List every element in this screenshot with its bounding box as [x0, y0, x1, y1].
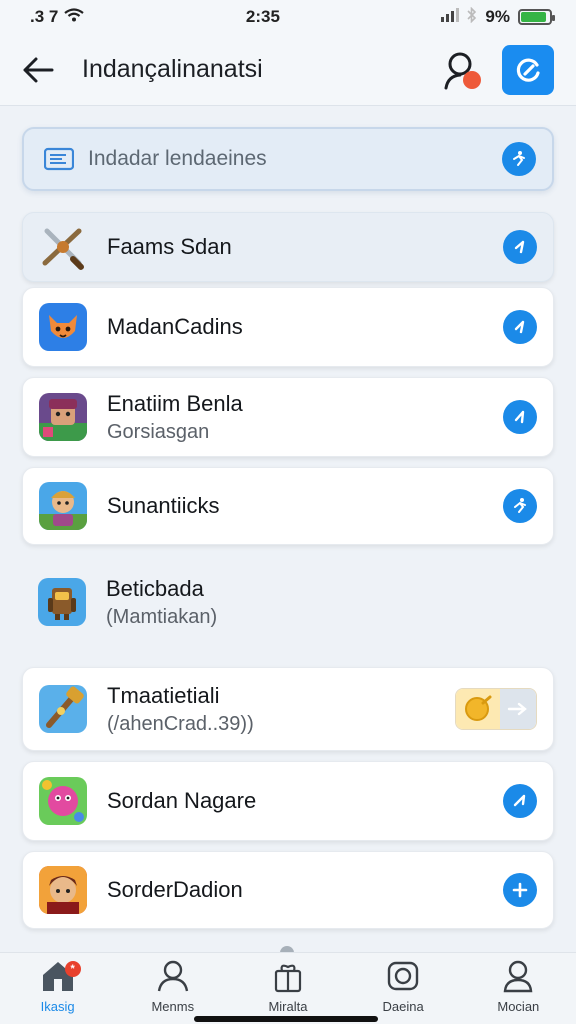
page-title: Indançalinanatsi: [82, 55, 263, 83]
edit-icon: [516, 58, 540, 82]
game-character-icon: [39, 393, 87, 441]
camera-icon: [387, 961, 419, 991]
signal-icon: [441, 7, 460, 27]
nav-item-camera[interactable]: Daeina: [358, 959, 448, 1014]
list-item[interactable]: Tmaatietiali (/ahenCrad..39)): [22, 667, 554, 751]
check-icon: [514, 410, 525, 424]
item-title: MadanCadins: [107, 314, 243, 339]
item-action-button[interactable]: [503, 873, 537, 907]
coin-toggle[interactable]: [455, 688, 537, 730]
profile-icon: [504, 960, 533, 993]
item-title: Sordan Nagare: [107, 788, 257, 813]
list-item[interactable]: Sunantiicks: [22, 467, 554, 545]
compose-button[interactable]: [502, 44, 554, 95]
check-icon: [513, 794, 526, 807]
list-item[interactable]: SorderDadion: [22, 851, 554, 929]
nav-label: Menms: [151, 999, 195, 1014]
bluetooth-icon: [467, 6, 477, 28]
item-title: Enatiim Benla: [107, 390, 243, 416]
wifi-icon: [64, 7, 85, 27]
plus-icon: [512, 882, 528, 898]
hero-avatar-icon: [39, 482, 87, 530]
nav-label: Miralta: [268, 999, 308, 1014]
back-button[interactable]: [18, 50, 58, 90]
nav-item-profile[interactable]: Mocian: [473, 959, 563, 1014]
nav-label: Ikasig: [40, 999, 75, 1014]
warrior-icon: [39, 866, 87, 914]
nav-item-menus[interactable]: Menms: [128, 959, 218, 1014]
hammer-icon: [39, 685, 87, 733]
item-title: SorderDadion: [107, 877, 243, 902]
search-action-button[interactable]: [502, 142, 536, 176]
list-item[interactable]: Enatiim Benla Gorsiasgan: [22, 377, 554, 457]
search-placeholder: Indadar lendaeines: [88, 147, 267, 170]
crossed-swords-icon: [39, 223, 87, 271]
status-time-left: .3 7: [30, 7, 59, 26]
check-icon: [514, 320, 525, 334]
user-search-icon: [444, 52, 481, 89]
list-item[interactable]: Faams Sdan: [22, 212, 554, 282]
item-title: Beticbada: [106, 575, 204, 601]
nav-item-gifts[interactable]: Miralta: [243, 959, 333, 1014]
coin-icon: [456, 689, 500, 729]
item-subtitle: (Mamtiakan): [106, 605, 218, 628]
battery-percent: 9%: [485, 7, 510, 26]
home-indicator: [194, 1016, 378, 1022]
bottom-nav: * Ikasig Menms Miralta Daeina Mocian: [0, 952, 576, 1024]
list-item[interactable]: MadanCadins: [22, 287, 554, 367]
notification-badge: *: [64, 961, 81, 977]
item-action-button[interactable]: [503, 310, 537, 344]
item-title: Faams Sdan: [107, 234, 232, 259]
item-action-button[interactable]: [503, 400, 537, 434]
check-icon: [514, 240, 525, 254]
nav-label: Daeina: [382, 999, 424, 1014]
item-action-button[interactable]: [503, 784, 537, 818]
robot-icon: [38, 578, 86, 626]
list-item[interactable]: Beticbada (Mamtiakan): [22, 560, 554, 644]
search-input[interactable]: Indadar lendaeines: [22, 127, 554, 191]
item-action-button[interactable]: [503, 230, 537, 264]
profile-button[interactable]: [442, 48, 486, 92]
list-item[interactable]: Sordan Nagare: [22, 761, 554, 841]
app-header: Indançalinanatsi: [0, 34, 576, 106]
item-subtitle: Gorsiasgan: [107, 420, 210, 443]
candy-icon: [39, 777, 87, 825]
item-subtitle: (/ahenCrad..39)): [107, 712, 254, 735]
battery-icon: [518, 9, 555, 25]
status-clock: 2:35: [245, 7, 280, 26]
gift-icon: [274, 964, 302, 993]
item-action-button[interactable]: [503, 489, 537, 523]
nav-item-home[interactable]: * Ikasig: [13, 959, 103, 1014]
item-title: Tmaatietiali: [107, 682, 220, 708]
item-title: Sunantiicks: [107, 493, 220, 518]
battery-fill: [521, 12, 547, 22]
fox-face-icon: [39, 303, 87, 351]
menu-lines-icon: [44, 147, 74, 171]
run-icon: [513, 151, 525, 166]
arrow-right-icon: [500, 689, 536, 729]
person-icon: [157, 960, 188, 992]
status-bar: .3 7 2:35 9%: [0, 0, 576, 34]
nav-label: Mocian: [497, 999, 540, 1014]
arrow-left-icon: [23, 57, 54, 82]
run-icon: [514, 498, 526, 513]
